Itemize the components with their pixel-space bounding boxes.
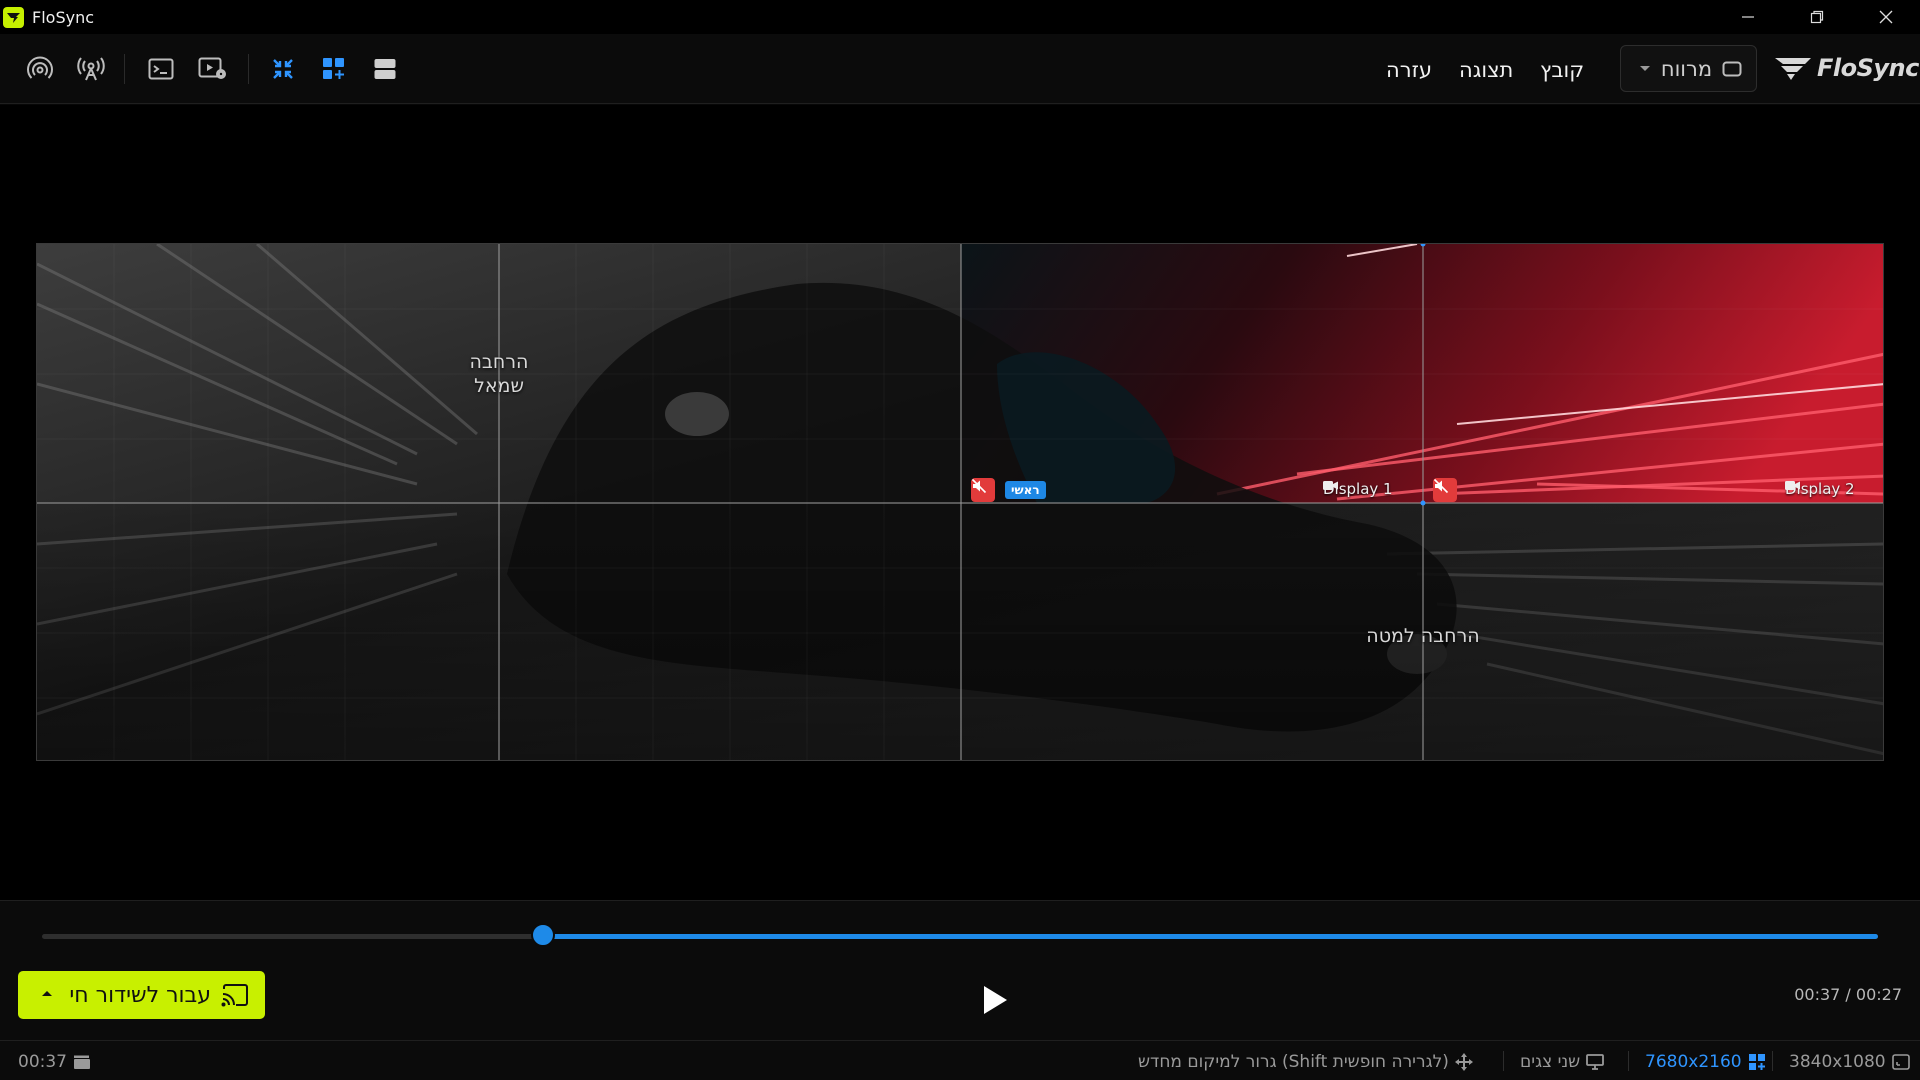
displays-text: שני צגים <box>1520 1052 1581 1072</box>
window-controls <box>1713 0 1920 34</box>
restore-button[interactable] <box>1782 0 1851 34</box>
drag-hint-text: גרור למיקום מחדש (Shift לגרירה חופשית) <box>1138 1052 1449 1072</box>
display-1-label: Display 1 <box>1323 480 1393 498</box>
region-label-bottom-extension: הרחבה למטה <box>1366 625 1480 647</box>
rows-layout-icon[interactable] <box>366 50 404 88</box>
wall-background <box>37 244 1883 760</box>
spacing-select[interactable]: מרווח <box>1620 45 1757 92</box>
status-canvas-resolution: 7680x2160 <box>1645 1052 1766 1072</box>
brand-logo: FloSync <box>1773 50 1919 86</box>
toolbar-separator <box>248 54 249 84</box>
spacing-select-label: מרווח <box>1660 56 1713 81</box>
primary-badge: ראשי <box>1005 481 1046 499</box>
antenna-icon[interactable] <box>72 50 110 88</box>
menu-file[interactable]: קובץ <box>1540 58 1584 82</box>
toolbar-separator <box>124 54 125 84</box>
go-live-label: עבור לשידור חי <box>69 982 211 1008</box>
screen-frame-icon <box>1722 61 1742 76</box>
chevron-up-icon <box>42 991 52 996</box>
status-display-resolution: 3840x1080 <box>1789 1052 1910 1072</box>
toolbar: עזרה תצוגה קובץ מרווח FloSync <box>0 34 1920 104</box>
status-separator <box>1772 1051 1773 1071</box>
status-displays: שני צגים <box>1520 1052 1605 1072</box>
close-button[interactable] <box>1851 0 1920 34</box>
play-button[interactable] <box>974 979 1016 1021</box>
brand-name: FloSync <box>1817 54 1919 82</box>
camera-icon <box>1785 481 1800 490</box>
display-2-label: Display 2 <box>1785 480 1855 498</box>
app-title: FloSync <box>32 7 94 27</box>
canvas-resolution-text: 7680x2160 <box>1645 1052 1742 1072</box>
cast-icon <box>221 984 248 1007</box>
status-duration: 00:37 <box>18 1052 91 1072</box>
media-settings-icon[interactable] <box>194 50 232 88</box>
menu-view[interactable]: תצוגה <box>1459 58 1513 82</box>
move-icon <box>1454 1053 1473 1071</box>
timeline-track[interactable] <box>42 934 1878 939</box>
status-separator <box>1628 1051 1629 1071</box>
minimize-button[interactable] <box>1713 0 1782 34</box>
grid-add-icon[interactable] <box>315 50 353 88</box>
status-bar: 00:37 גרור למיקום מחדש (Shift לגרירה חופ… <box>0 1040 1920 1080</box>
terminal-icon[interactable] <box>142 50 180 88</box>
clapperboard-icon <box>74 1055 90 1069</box>
brand-mark-icon <box>1775 58 1811 80</box>
title-bar: FloSync <box>0 0 1920 34</box>
camera-icon <box>1323 481 1338 490</box>
compress-icon[interactable] <box>264 50 302 88</box>
status-drag-hint: גרור למיקום מחדש (Shift לגרירה חופשית) <box>1138 1052 1473 1072</box>
monitor-icon <box>1586 1054 1605 1070</box>
duration-value: 00:37 <box>18 1052 67 1072</box>
muted-icon[interactable] <box>1433 478 1457 502</box>
muted-icon[interactable] <box>971 478 995 502</box>
timeline-progress <box>543 934 1878 939</box>
app-logo-icon <box>3 6 24 28</box>
menu-help[interactable]: עזרה <box>1386 58 1432 82</box>
broadcast-icon[interactable] <box>21 50 59 88</box>
display-wall[interactable]: הרחבה שמאל הרחבה למטה ראשי Display 1 Dis… <box>36 243 1884 761</box>
status-separator <box>1503 1051 1504 1071</box>
region-label-left-extension: הרחבה שמאל <box>469 351 529 397</box>
playback-panel: עבור לשידור חי 00:37 / 00:27 <box>0 900 1920 1040</box>
timeline-scrubber[interactable] <box>531 923 556 947</box>
aspect-ratio-icon <box>1891 1054 1910 1070</box>
grid-add-icon <box>1748 1054 1765 1070</box>
display-resolution-text: 3840x1080 <box>1789 1052 1886 1072</box>
timecode: 00:37 / 00:27 <box>1794 985 1902 1004</box>
canvas-stage: הרחבה שמאל הרחבה למטה ראשי Display 1 Dis… <box>0 105 1920 900</box>
play-icon <box>984 986 1007 1014</box>
chevron-down-icon <box>1640 65 1650 71</box>
go-live-button[interactable]: עבור לשידור חי <box>18 971 265 1019</box>
